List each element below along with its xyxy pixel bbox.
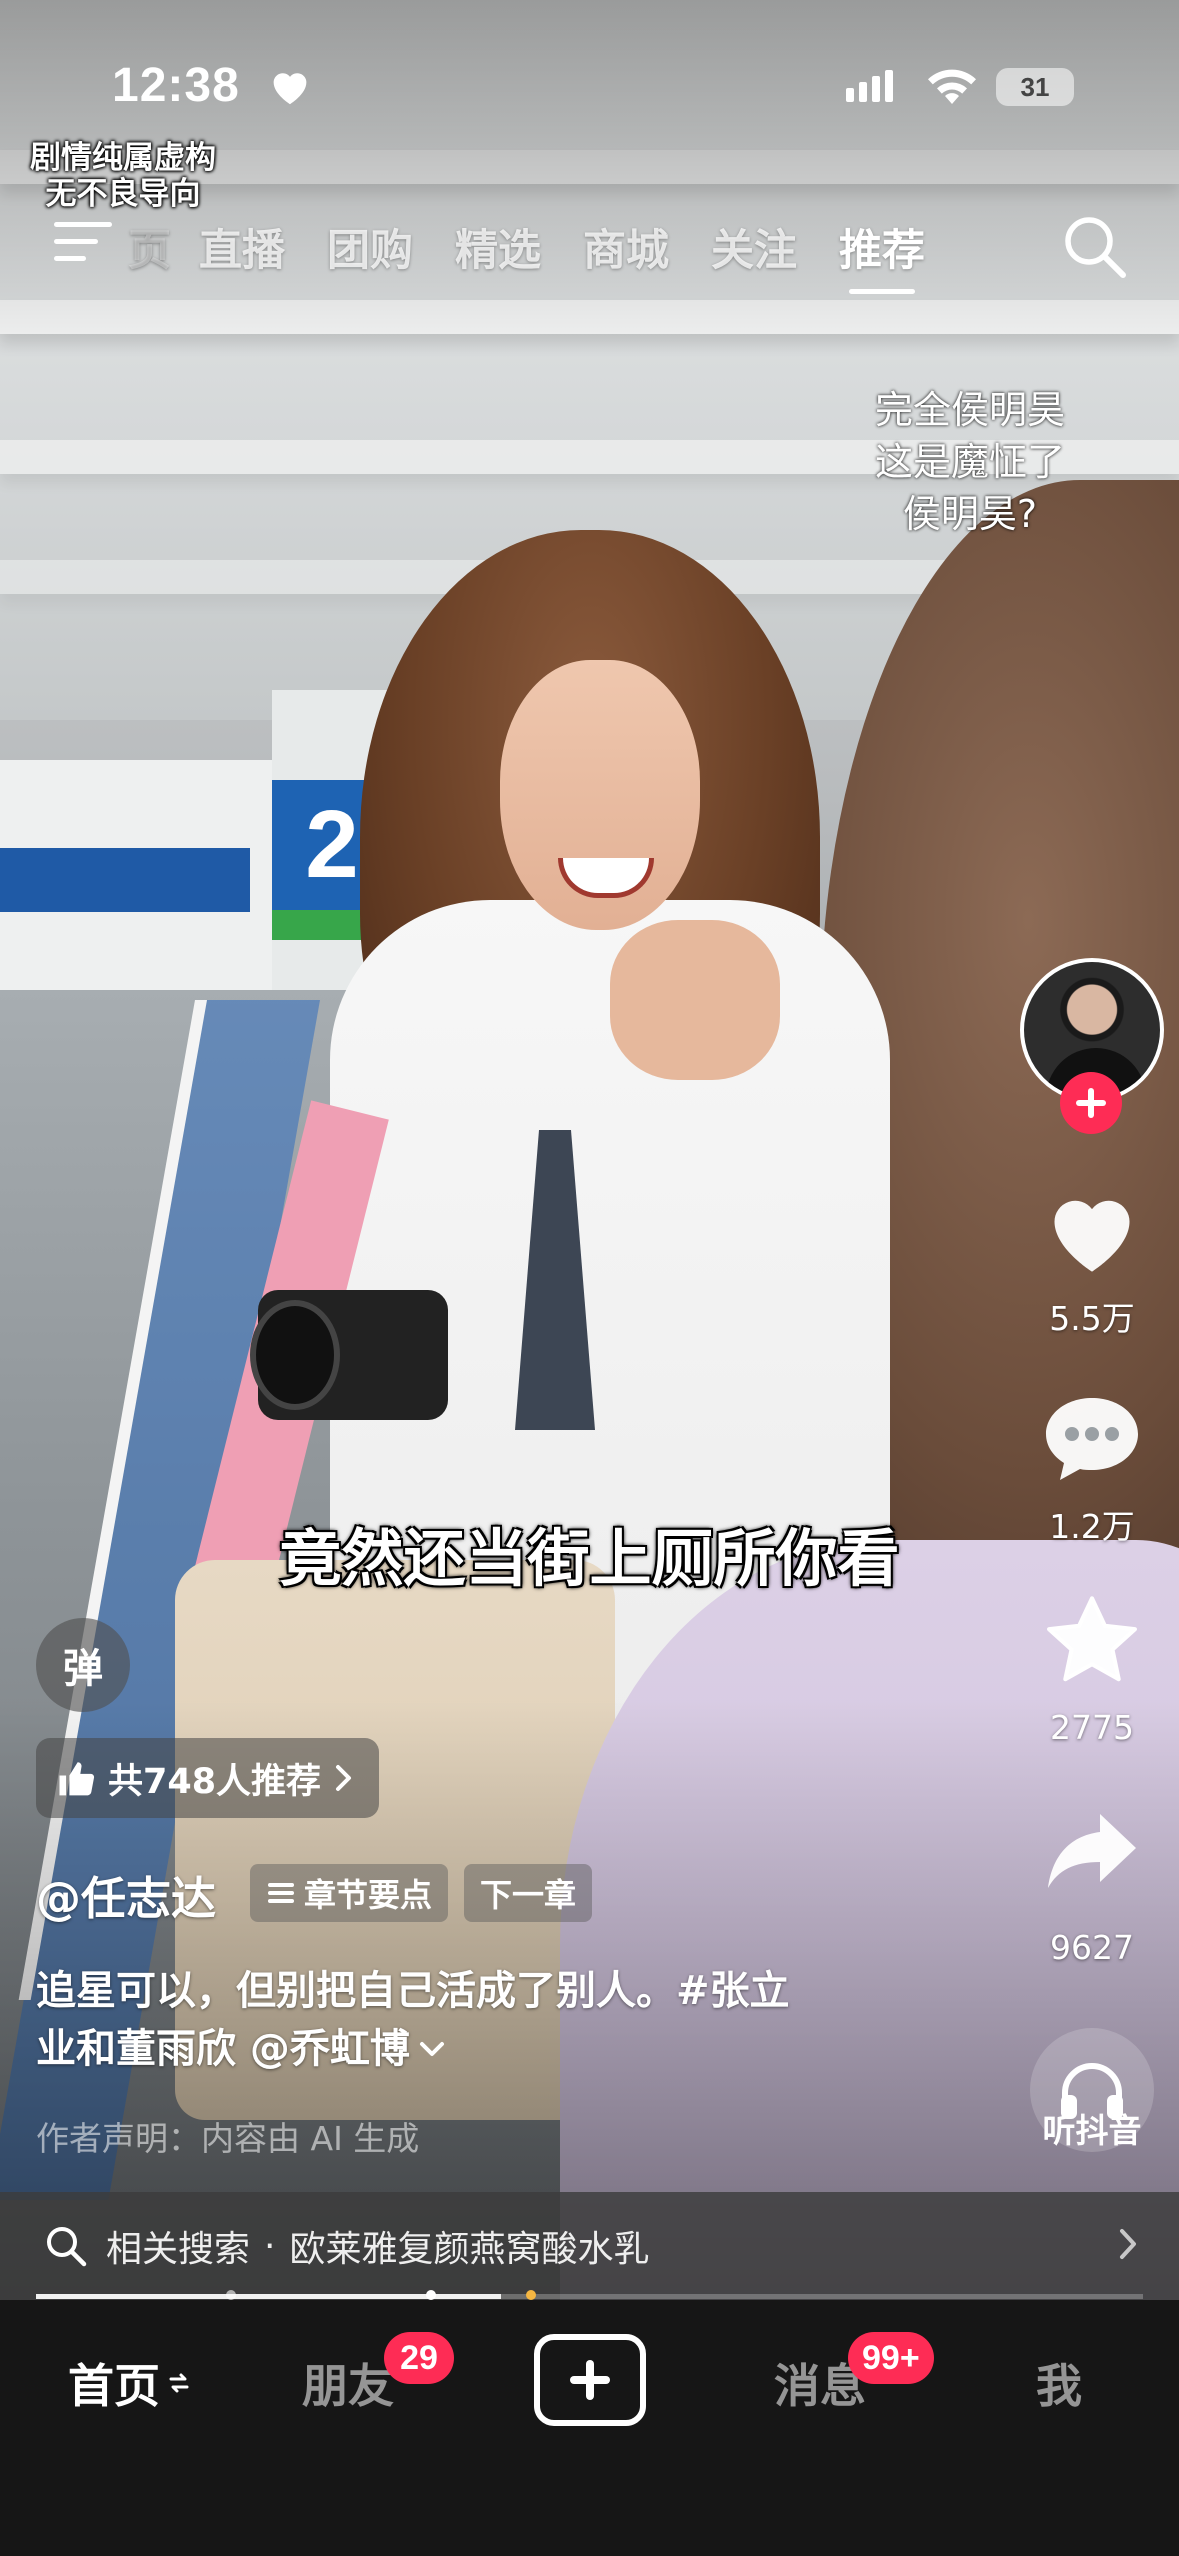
star-icon	[1047, 1596, 1137, 1682]
tab-live[interactable]: 直播	[199, 216, 285, 278]
caption-line: 这是魔怔了	[874, 440, 1065, 484]
caption-line: 侯明昊?	[902, 492, 1038, 536]
video-progress-bar[interactable]	[36, 2290, 1143, 2300]
messages-badge: 99+	[848, 2332, 934, 2384]
chapter-marker	[426, 2290, 436, 2300]
wifi-icon	[928, 69, 976, 104]
related-search-separator: ·	[264, 2225, 276, 2267]
next-chapter-label: 下一章	[480, 1876, 577, 1914]
comment-button[interactable]	[1038, 1392, 1146, 1486]
author-handle[interactable]: @任志达	[36, 1862, 216, 1927]
tab-home[interactable]: 首页	[68, 2350, 190, 2416]
chevron-right-icon	[1120, 2229, 1136, 2259]
follow-button[interactable]	[1060, 1072, 1122, 1134]
tab-home-label: 首页	[68, 2359, 160, 2413]
chevron-down-icon[interactable]	[418, 2039, 446, 2059]
tab-friends[interactable]: 朋友	[302, 2350, 394, 2416]
heart-icon	[1054, 1200, 1130, 1272]
refresh-swap-icon	[169, 2373, 189, 2393]
recommend-text: 共748人推荐	[108, 1761, 322, 1802]
share-arrow-icon	[1048, 1814, 1136, 1888]
tab-featured[interactable]: 精选	[455, 216, 541, 278]
tab-partial[interactable]: 页	[128, 216, 171, 278]
search-icon	[47, 2227, 87, 2267]
search-icon[interactable]	[1060, 212, 1130, 282]
tab-me[interactable]: 我	[1036, 2350, 1082, 2416]
next-chapter-button[interactable]: 下一章	[464, 1864, 593, 1922]
video-hand	[610, 920, 780, 1080]
share-button[interactable]	[1038, 1808, 1146, 1892]
share-count: 9627	[1050, 1928, 1134, 1967]
fiction-disclaimer: 剧情纯属虚构 无不良导向	[30, 140, 216, 212]
disclaimer-line: 剧情纯属虚构	[30, 140, 216, 176]
chapter-marker	[226, 2290, 236, 2300]
favorite-button[interactable]	[1038, 1592, 1146, 1688]
caption-line: 完全侯明昊	[874, 388, 1065, 432]
menu-icon[interactable]	[52, 218, 114, 266]
video-frame[interactable]: 2	[0, 0, 1179, 2300]
recommend-count-pill[interactable]: 共748人推荐	[36, 1738, 380, 1818]
list-icon	[268, 1883, 294, 1903]
description-line: 追星可以，但别把自己活成了别人。#张立	[36, 1968, 790, 2014]
favorite-count: 2775	[1050, 1708, 1134, 1747]
description-line: 业和董雨欣 @乔虹博	[36, 2020, 916, 2078]
like-button[interactable]	[1038, 1184, 1146, 1276]
description-text: 业和董雨欣 @乔虹博	[36, 2026, 410, 2072]
chapter-points-label: 章节要点	[304, 1876, 433, 1914]
friends-badge: 29	[384, 2332, 454, 2384]
ai-generated-note: 作者声明：内容由 AI 生成	[36, 2119, 420, 2158]
video-description[interactable]: 追星可以，但别把自己活成了别人。#张立 业和董雨欣 @乔虹博	[36, 1962, 916, 2078]
battery-indicator: 31	[996, 68, 1074, 106]
like-count: 5.5万	[1049, 1299, 1135, 1338]
chapter-points-button[interactable]: 章节要点	[250, 1864, 449, 1922]
video-wall-stripe	[0, 848, 250, 912]
tab-recommended[interactable]: 推荐	[839, 216, 925, 294]
danmaku-toggle-button[interactable]: 弹	[36, 1618, 130, 1712]
related-search-prefix: 相关搜索	[106, 2229, 251, 2270]
comment-icon	[1046, 1398, 1138, 1480]
status-time: 12:38	[112, 59, 240, 112]
top-nav-tabs: 页 直播 团购 精选 商城 关注 推荐	[128, 212, 967, 294]
plus-icon	[570, 2360, 610, 2400]
chapter-marker	[526, 2290, 536, 2300]
heart-status-icon	[273, 73, 307, 105]
listen-label: 听抖音	[1042, 2111, 1142, 2150]
danmaku-label: 弹	[63, 1646, 103, 1692]
tab-group-buy[interactable]: 团购	[327, 216, 413, 278]
tab-mall[interactable]: 商城	[583, 216, 669, 278]
cellular-signal-icon	[846, 70, 893, 102]
thumbs-up-icon	[59, 1762, 95, 1796]
floating-caption: 完全侯明昊 这是魔怔了 侯明昊?	[850, 384, 1090, 540]
plus-icon	[1076, 1088, 1106, 1118]
related-search-term: 欧莱雅复颜燕窝酸水乳	[289, 2229, 650, 2270]
disclaimer-line: 无不良导向	[45, 176, 201, 212]
video-camera-lens	[250, 1300, 340, 1410]
related-search-bar[interactable]: 相关搜索 · 欧莱雅复颜燕窝酸水乳	[0, 2192, 1179, 2300]
chevron-right-icon	[336, 1765, 352, 1791]
create-post-button[interactable]	[534, 2334, 646, 2426]
tab-following[interactable]: 关注	[711, 216, 797, 278]
video-subtitle: 竟然还当街上厕所你看	[279, 1522, 900, 1595]
